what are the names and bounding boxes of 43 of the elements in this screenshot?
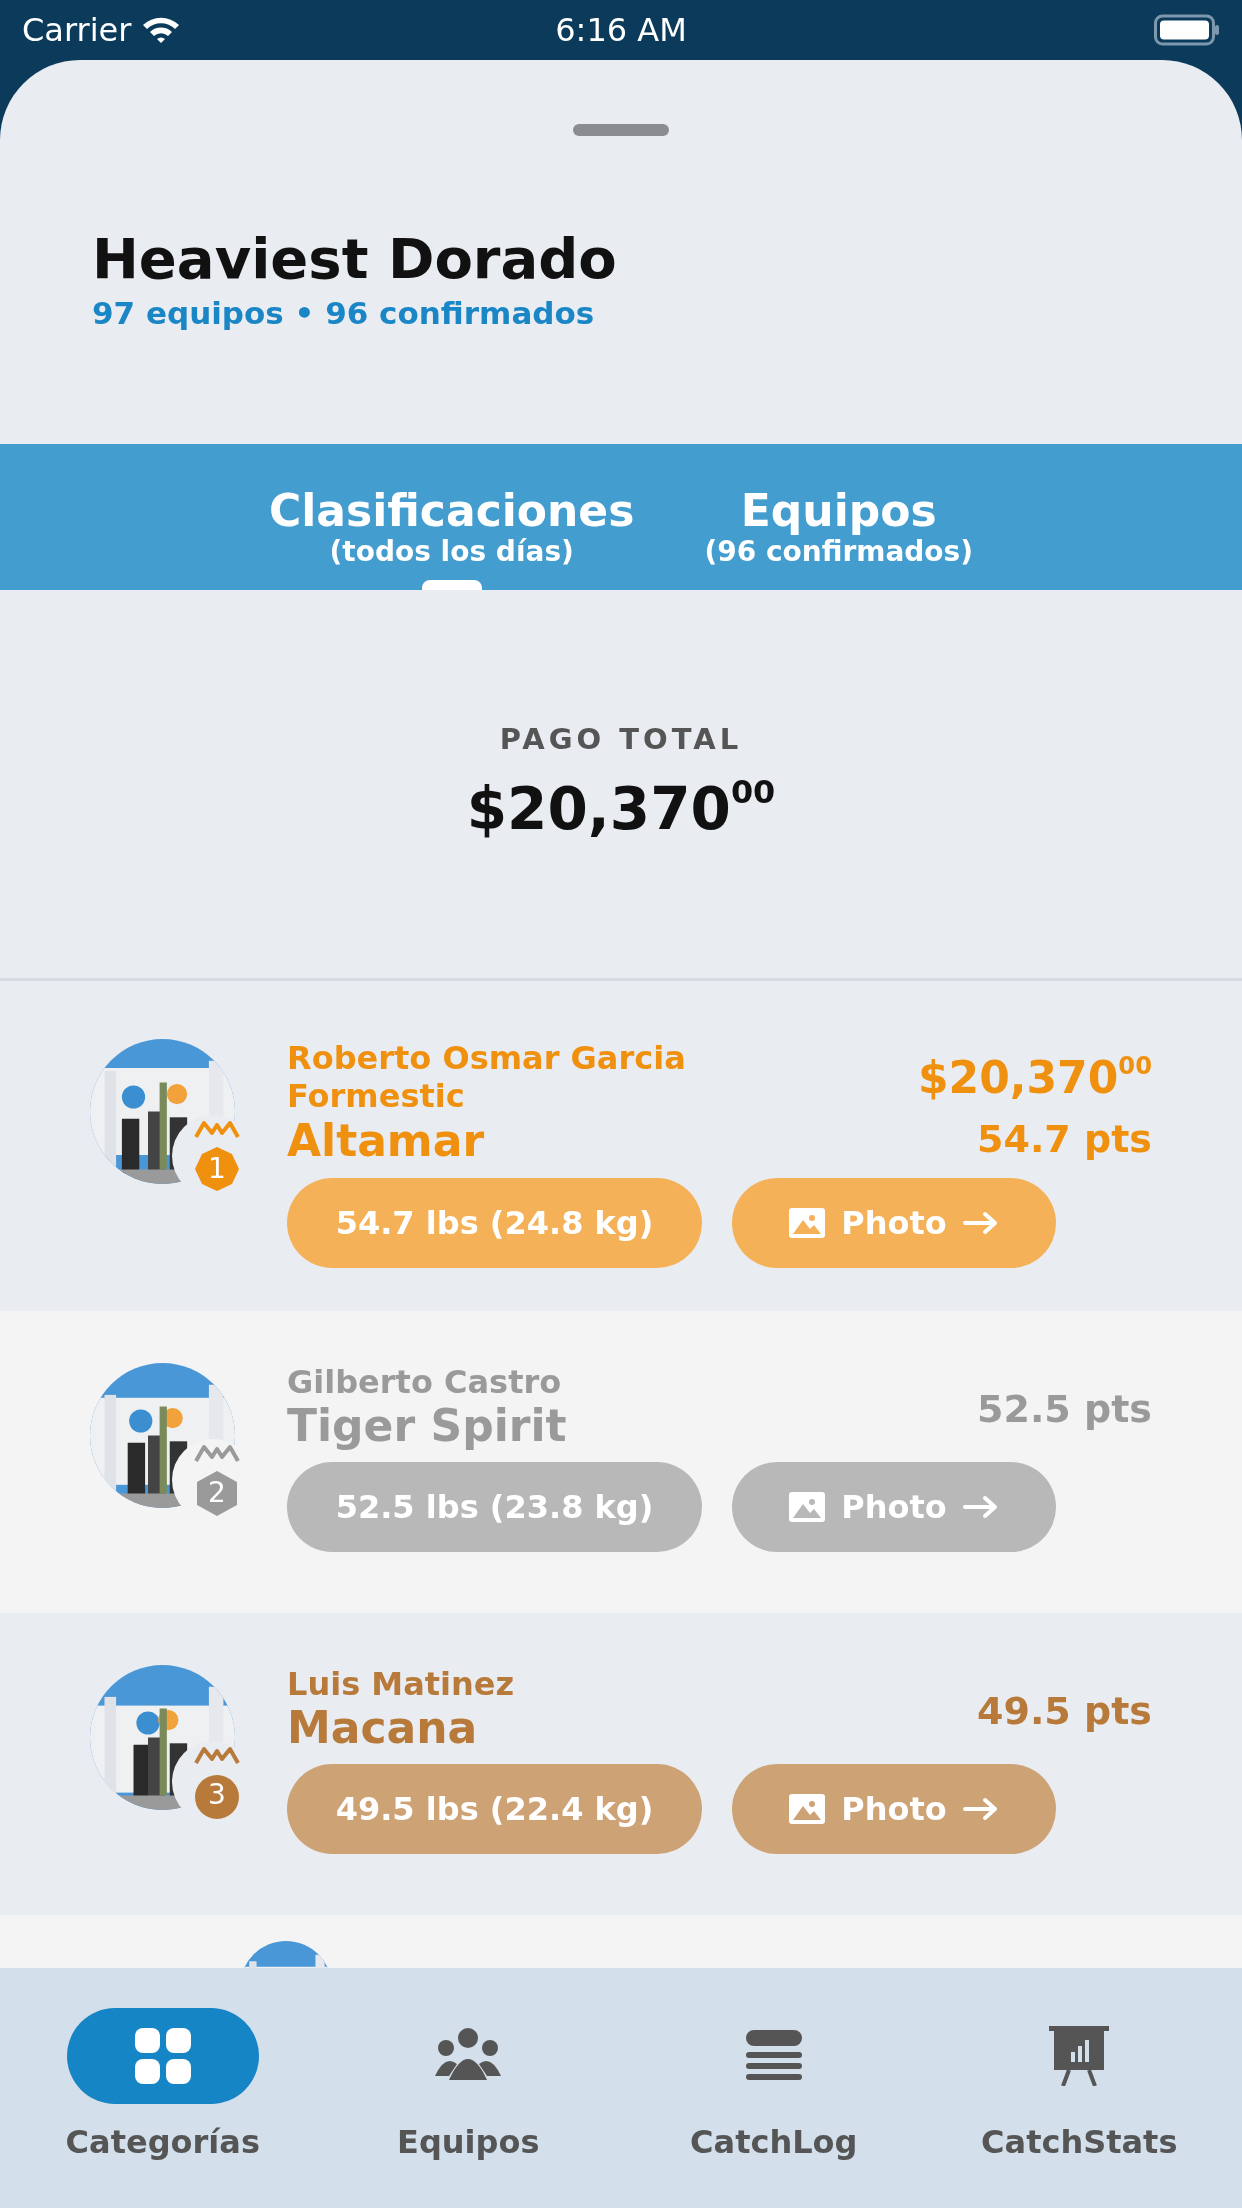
rank-number: 3: [207, 1781, 227, 1809]
tab[interactable]: Equipos (96 confirmados): [704, 444, 974, 590]
arrow-icon: [962, 1495, 999, 1519]
prize-amount: $20,370$^{00}$: [917, 1050, 1152, 1105]
arrow-icon: [962, 1797, 999, 1821]
payout-amount: $20,370$^{00}$: [466, 772, 776, 845]
angler-name: Roberto Osmar Garcia Formestic: [287, 1039, 687, 1116]
carrier-name: Carrier: [22, 10, 132, 51]
list-icon: [745, 2030, 802, 2082]
image-icon: [789, 1208, 826, 1238]
angler-name: Gilberto Castro: [287, 1363, 562, 1402]
nav-tab[interactable]: Categorías: [37, 2008, 288, 2208]
weight-button[interactable]: 49.5 lbs (22.4 kg): [287, 1764, 702, 1854]
nav-tab[interactable]: CatchLog: [648, 2008, 899, 2208]
photo-button[interactable]: Photo: [732, 1764, 1056, 1854]
nav-tab[interactable]: CatchStats: [954, 2008, 1205, 2208]
image-icon: [789, 1794, 826, 1824]
category-subtitle: 97 equipos • 96 confirmados: [92, 293, 595, 333]
wifi-icon: [141, 15, 182, 45]
category-title: Heaviest Dorado: [92, 228, 617, 290]
points-value: 52.5 pts: [977, 1386, 1152, 1433]
points-value: 49.5 pts: [977, 1688, 1152, 1735]
team-name: Altamar: [287, 1115, 485, 1167]
weight-button[interactable]: 54.7 lbs (24.8 kg): [287, 1178, 702, 1268]
team-name: Tiger Spirit: [287, 1401, 567, 1452]
payout-label: PAGO TOTAL: [499, 721, 743, 758]
drag-handle[interactable]: [573, 124, 669, 136]
nav-tab[interactable]: Equipos: [343, 2008, 594, 2208]
tab[interactable]: Clasificaciones (todos los días): [268, 444, 635, 590]
image-icon: [789, 1492, 826, 1522]
arrow-icon: [962, 1211, 999, 1235]
team-name: Macana: [287, 1703, 478, 1754]
clock-time: 6:16 AM: [555, 11, 687, 49]
rank-number: 2: [207, 1479, 227, 1507]
grid-icon: [134, 2028, 191, 2084]
photo-button[interactable]: Photo: [732, 1462, 1056, 1552]
photo-button[interactable]: Photo: [732, 1178, 1056, 1268]
battery-icon: [1154, 13, 1220, 47]
angler-name: Luis Matinez: [287, 1665, 515, 1704]
points-value: 54.7 pts: [977, 1116, 1152, 1163]
chart-board-icon: [1049, 2026, 1110, 2086]
rank-number: 1: [207, 1155, 227, 1183]
weight-button[interactable]: 52.5 lbs (23.8 kg): [287, 1462, 702, 1552]
